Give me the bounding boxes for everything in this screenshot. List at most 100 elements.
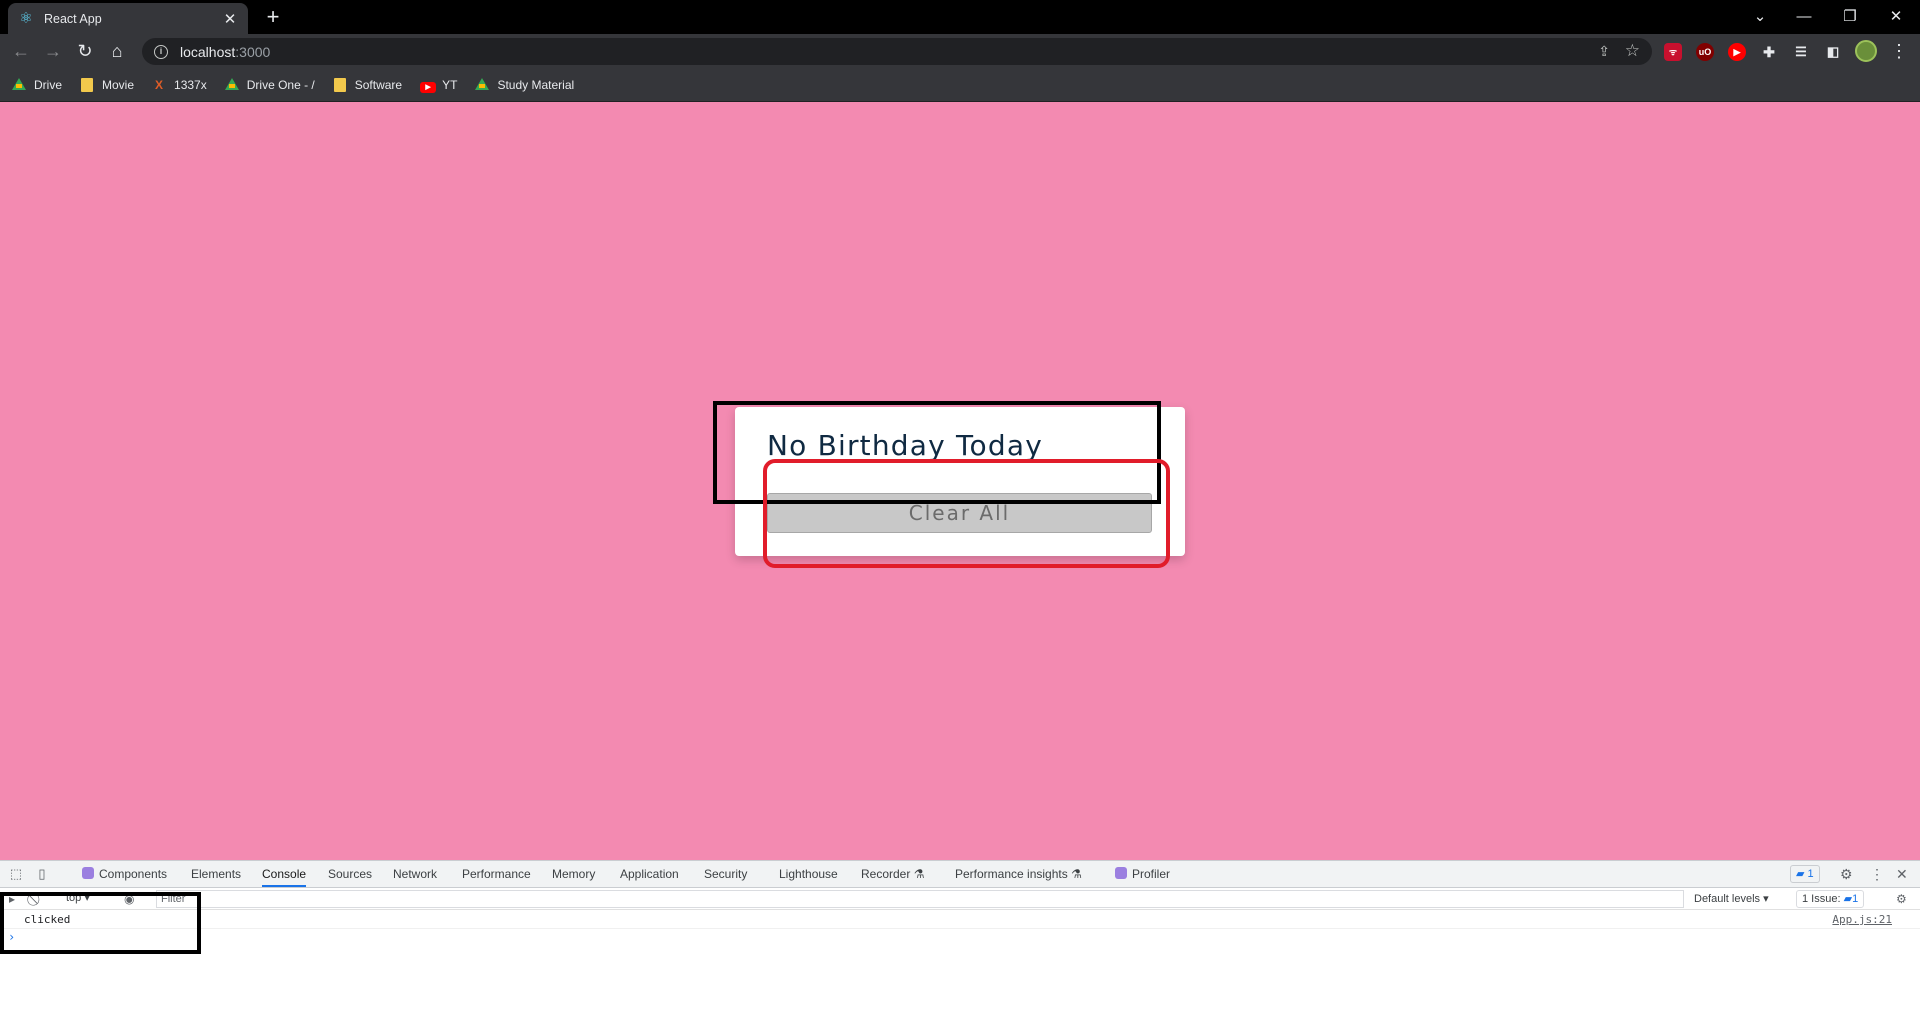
profile-avatar[interactable] (1855, 40, 1877, 62)
close-devtools-icon[interactable]: ✕ (1896, 866, 1908, 882)
experiment-flask-icon: ⚗ (1071, 867, 1082, 881)
react-favicon-icon: ⚛ (19, 9, 33, 27)
tab-console[interactable]: Console (262, 861, 307, 887)
console-prompt[interactable]: › (8, 930, 15, 944)
drive-icon (12, 77, 26, 92)
bookmark-1337x[interactable]: X 1337x (152, 78, 207, 92)
devtools-panel: ⬚ ▯ Components Elements Console Sources … (0, 860, 1920, 1032)
forward-icon[interactable]: → (40, 38, 66, 64)
drive-icon (475, 77, 490, 92)
youtube-icon: ▶ (420, 78, 437, 93)
device-toolbar-icon[interactable]: ▯ (34, 866, 50, 882)
tab-network[interactable]: Network (393, 861, 437, 887)
issues-label: 1 Issue: (1802, 893, 1841, 905)
bookmark-yt[interactable]: ▶ YT (420, 77, 458, 93)
page-viewport: No Birthday Today Clear All (0, 102, 1920, 860)
tab-label: Profiler (1132, 867, 1171, 881)
clear-all-button[interactable]: Clear All (767, 493, 1152, 533)
bookmark-label: Study Material (497, 77, 575, 92)
bookmark-software[interactable]: Software (333, 77, 403, 92)
tab-label: Recorder (861, 867, 911, 881)
tab-label: Performance insights (955, 867, 1068, 881)
tab-performance-insights[interactable]: Performance insights ⚗ (955, 861, 1082, 887)
youtube-extension-icon[interactable]: ▶ (1728, 43, 1746, 61)
react-components-icon (82, 867, 94, 879)
experiment-flask-icon: ⚗ (913, 867, 925, 881)
messages-badge[interactable]: ▰ 1 (1790, 865, 1820, 883)
home-icon[interactable]: ⌂ (104, 38, 130, 64)
issues-count: 1 (1852, 893, 1859, 905)
url-host: localhost (180, 43, 236, 60)
tab-title: React App (44, 11, 102, 26)
share-icon[interactable]: ⇪ (1598, 43, 1610, 60)
tab-application[interactable]: Application (620, 861, 679, 887)
back-icon[interactable]: ← (8, 38, 34, 64)
page-title: No Birthday Today (767, 429, 1043, 462)
bookmark-drive[interactable]: Drive (12, 77, 63, 92)
bookmarks-bar: Drive Movie X 1337x Drive One - / Softwa… (0, 68, 1920, 102)
address-bar[interactable]: i localhost:3000 ⇪ ☆ (142, 38, 1652, 65)
tab-close-icon[interactable]: ✕ (222, 10, 238, 28)
birthday-card: No Birthday Today Clear All (735, 407, 1185, 556)
new-tab-button[interactable]: + (260, 5, 286, 31)
tab-profiler[interactable]: Profiler (1115, 861, 1170, 887)
bookmark-label: 1337x (174, 77, 207, 92)
bookmark-label: YT (442, 77, 458, 92)
context-selector[interactable]: top ▾ (66, 891, 90, 904)
console-filter-input[interactable]: Filter (156, 890, 1684, 908)
tab-lighthouse[interactable]: Lighthouse (779, 861, 838, 887)
tab-elements[interactable]: Elements (191, 861, 241, 887)
url-port: :3000 (235, 43, 271, 60)
bookmark-drive-one[interactable]: Drive One - / (224, 77, 315, 92)
browser-toolbar: ← → ↻ ⌂ i localhost:3000 ⇪ ☆ ᯤ uO ▶ ✚ ☰ … (0, 34, 1920, 68)
bookmark-star-icon[interactable]: ☆ (1625, 41, 1640, 61)
message-count: 1 (1807, 868, 1814, 880)
issues-icon: ▰ (1843, 893, 1853, 905)
browser-menu-icon[interactable]: ⋮ (1890, 41, 1908, 61)
bookmark-label: Drive (34, 77, 63, 92)
tab-sources[interactable]: Sources (328, 861, 372, 887)
console-log-entry: clicked App.js:21 (0, 910, 1920, 929)
close-window-button[interactable]: ✕ (1876, 4, 1916, 30)
devtools-tab-bar: ⬚ ▯ Components Elements Console Sources … (0, 861, 1920, 888)
ublock-icon[interactable]: uO (1696, 43, 1714, 61)
folder-icon (333, 77, 347, 92)
extension-signal-icon[interactable]: ᯤ (1664, 43, 1682, 61)
minimize-button[interactable]: — (1784, 4, 1824, 30)
log-levels-dropdown[interactable]: Default levels ▾ (1694, 892, 1769, 905)
bookmark-study-material[interactable]: Study Material (475, 77, 575, 92)
levels-label: Default levels (1694, 893, 1761, 905)
reload-icon[interactable]: ↻ (72, 38, 98, 64)
folder-icon (80, 77, 94, 92)
settings-gear-icon[interactable]: ⚙ (1840, 866, 1853, 882)
tab-strip: ⚛ React App ✕ + ⌄ — ❐ ✕ (0, 0, 1920, 34)
reading-list-icon[interactable]: ☰ (1792, 43, 1810, 61)
tab-search-chevron-icon[interactable]: ⌄ (1740, 4, 1780, 30)
side-panel-icon[interactable]: ◧ (1824, 43, 1842, 61)
x-icon: X (155, 77, 164, 92)
browser-tab[interactable]: ⚛ React App ✕ (8, 3, 248, 34)
log-message: clicked (24, 913, 71, 926)
tab-performance[interactable]: Performance (462, 861, 531, 887)
bookmark-movie[interactable]: Movie (80, 77, 135, 92)
site-info-icon[interactable]: i (154, 44, 168, 59)
message-icon: ▰ (1796, 868, 1805, 880)
tab-components[interactable]: Components (82, 861, 167, 887)
bookmark-label: Movie (102, 77, 135, 92)
restore-button[interactable]: ❐ (1830, 4, 1870, 30)
issues-counter[interactable]: 1 Issue: ▰1 (1796, 890, 1865, 908)
extensions-puzzle-icon[interactable]: ✚ (1760, 43, 1778, 61)
context-label: top (66, 892, 82, 904)
devtools-menu-icon[interactable]: ⋮ (1870, 866, 1884, 882)
log-source-link[interactable]: App.js:21 (1832, 913, 1892, 926)
react-profiler-icon (1115, 867, 1127, 879)
sidebar-toggle-icon[interactable]: ▸ (9, 891, 15, 907)
live-expression-eye-icon[interactable]: ◉ (124, 891, 134, 907)
console-settings-gear-icon[interactable]: ⚙ (1896, 891, 1907, 907)
tab-security[interactable]: Security (704, 861, 747, 887)
tab-recorder[interactable]: Recorder ⚗ (861, 861, 924, 887)
bookmark-label: Software (354, 77, 403, 92)
bookmark-label: Drive One - / (246, 77, 315, 92)
inspect-element-icon[interactable]: ⬚ (8, 866, 24, 882)
tab-memory[interactable]: Memory (552, 861, 595, 887)
